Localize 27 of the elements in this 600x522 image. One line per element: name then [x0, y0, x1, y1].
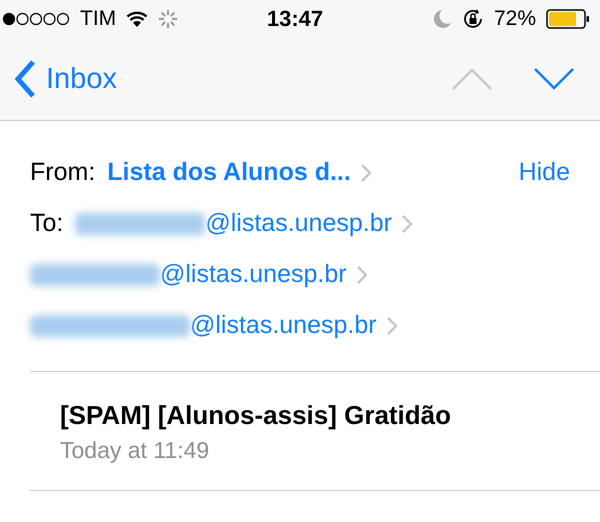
chevron-right-icon — [360, 164, 371, 182]
signal-icon — [2, 12, 70, 26]
message-date: Today at 11:49 — [60, 437, 210, 464]
back-label: Inbox — [46, 62, 117, 96]
to-label: To: — [30, 209, 64, 238]
moon-icon — [434, 9, 452, 29]
hide-link[interactable]: Hide — [518, 158, 570, 187]
recipient-address-link[interactable]: @listas.unesp.br — [190, 311, 377, 340]
down-chevron-icon — [534, 68, 574, 90]
loading-spinner-icon — [158, 9, 178, 29]
back-chevron-icon — [14, 60, 36, 98]
up-chevron-icon — [452, 68, 492, 90]
chevron-right-icon — [386, 316, 397, 334]
status-time: 13:47 — [266, 6, 324, 32]
carrier-name: TIM — [80, 7, 116, 31]
message-subject: [SPAM] [Alunos-assis] Gratidão — [60, 400, 452, 431]
from-label: From: — [30, 158, 96, 187]
chevron-right-icon — [356, 266, 367, 284]
recipient-address-link[interactable]: @listas.unesp.br — [205, 209, 392, 238]
chevron-right-icon — [402, 214, 412, 232]
sender-name-link[interactable]: Lista dos Alunos d... — [107, 158, 351, 187]
recipient-address-link[interactable]: @listas.unesp.br — [160, 260, 347, 289]
wifi-icon — [126, 10, 148, 28]
battery-percentage: 72% — [494, 7, 536, 31]
back-button[interactable]: Inbox — [14, 60, 117, 98]
rotation-lock-icon — [462, 8, 484, 30]
battery-icon — [546, 9, 590, 29]
